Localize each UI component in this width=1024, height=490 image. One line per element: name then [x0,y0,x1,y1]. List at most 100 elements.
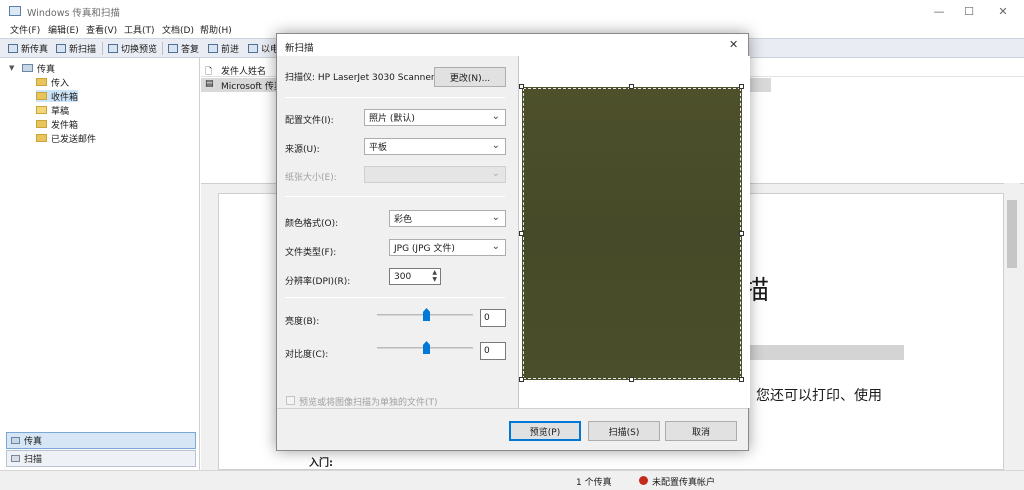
profile-select[interactable]: 照片 (默认) ⌄ [364,109,506,126]
new-scan-button[interactable]: 新扫描 [56,41,96,56]
change-scanner-button[interactable]: 更改(N)... [434,67,506,87]
document-body-text: 您还可以打印、使用 [756,388,882,404]
spin-arrows-icon[interactable]: ▲ ▼ [432,269,437,283]
crop-handle[interactable] [519,377,524,382]
folder-icon [36,134,47,142]
menu-edit[interactable]: 编辑(E) [48,23,79,36]
scan-preview-image [522,87,742,380]
file-type-label: 文件类型(F): [285,248,337,258]
scan-button[interactable]: 扫描(S) [588,421,660,441]
brightness-input[interactable]: 0 [480,309,506,327]
profile-label: 配置文件(I): [285,116,334,126]
tree-item-sent[interactable]: 已发送邮件 [36,132,96,145]
brightness-slider-thumb[interactable] [423,308,430,321]
draft-icon [36,106,47,114]
email-icon [248,44,258,53]
chevron-down-icon: ⌄ [491,140,500,151]
brightness-label: 亮度(B): [285,317,320,327]
new-scan-dialog: 新扫描 ✕ 扫描仪: HP LaserJet 3030 Scanner 更改(N… [276,33,750,451]
crop-handle[interactable] [519,84,524,89]
minimize-button[interactable]: — [924,0,954,22]
maximize-button[interactable]: ☐ [954,0,984,22]
folder-icon [36,120,47,128]
menu-help[interactable]: 帮助(H) [200,23,232,36]
menu-file[interactable]: 文件(F) [10,23,40,36]
paper-size-label: 纸张大小(E): [285,173,337,183]
toggle-preview-button[interactable]: 切换预览 [108,41,157,56]
chevron-down-icon: ⌄ [491,168,500,179]
color-format-label: 颜色格式(O): [285,219,339,229]
column-sender-name[interactable]: 发件人姓名 [221,64,266,77]
toolbar-separator [102,42,103,55]
crop-handle[interactable] [629,84,634,89]
nav-scan-button[interactable]: 扫描 [6,450,196,467]
paper-size-select: ⌄ [364,166,506,183]
color-format-select[interactable]: 彩色 ⌄ [389,210,506,227]
contrast-label: 对比度(C): [285,350,329,360]
cancel-button[interactable]: 取消 [665,421,737,441]
tree-item-outbox[interactable]: 发件箱 [36,118,78,131]
separator [277,408,748,409]
email-forward-button[interactable]: 以电 [248,41,279,56]
dialog-title: 新扫描 [285,43,314,54]
resolution-stepper[interactable]: 300 ▲ ▼ [389,268,441,285]
chevron-down-icon: ⌄ [491,212,500,223]
scrollbar-thumb[interactable] [1007,200,1017,268]
separator [285,196,505,197]
close-window-button[interactable]: ✕ [988,0,1018,22]
separate-files-label: 预览或将图像扫描为单独的文件(T) [299,398,438,408]
source-select[interactable]: 平板 ⌄ [364,138,506,155]
scanner-label: 扫描仪: HP LaserJet 3030 Scanner [285,73,435,83]
warning-icon [639,476,648,485]
menu-tools[interactable]: 工具(T) [124,23,155,36]
preview-button[interactable]: 预览(P) [509,421,581,441]
source-label: 来源(U): [285,145,320,155]
window-title: Windows 传真和扫描 [27,8,120,19]
forward-button[interactable]: 前进 [208,41,239,56]
document-highlight-bar [750,345,904,360]
tree-item-drafts[interactable]: 草稿 [36,104,69,117]
separator [285,97,505,98]
crop-handle[interactable] [739,231,744,236]
dialog-titlebar: 新扫描 ✕ [277,34,748,56]
resolution-label: 分辨率(DPI)(R): [285,277,351,287]
separator [285,297,505,298]
dialog-close-button[interactable]: ✕ [729,38,738,51]
crop-handle[interactable] [739,377,744,382]
contrast-slider-thumb[interactable] [423,341,430,354]
new-fax-icon [8,44,18,53]
status-account: 未配置传真帐户 [652,478,716,488]
tree-root-fax[interactable]: 传真 [22,62,55,75]
contrast-input[interactable]: 0 [480,342,506,360]
menu-document[interactable]: 文档(D) [162,23,194,36]
reply-button[interactable]: 答复 [168,41,199,56]
file-type-select[interactable]: JPG (JPG 文件) ⌄ [389,239,506,256]
nav-fax-button[interactable]: 传真 [6,432,196,449]
window-titlebar: Windows 传真和扫描 — ☐ ✕ [0,0,1024,22]
scan-icon [11,455,20,462]
status-bar: 1 个传真 未配置传真帐户 [0,470,1024,490]
crop-handle[interactable] [519,231,524,236]
folder-tree-panel: ▼ 传真 传入 收件箱 草稿 发件箱 已发送邮件 传真 扫描 [0,58,200,470]
toolbar-separator [162,42,163,55]
chevron-down-icon: ⌄ [491,111,500,122]
reply-icon [168,44,178,53]
document-subheading: 入门: [309,458,333,469]
fax-icon [22,64,33,72]
chevron-down-icon: ⌄ [491,241,500,252]
list-item-sender: Microsoft 传真 [221,82,283,92]
tree-item-incoming[interactable]: 传入 [36,76,69,89]
fax-icon [11,437,20,444]
tree-item-inbox[interactable]: 收件箱 [36,90,78,103]
forward-icon [208,44,218,53]
separate-files-checkbox[interactable] [286,396,295,405]
chevron-down-icon[interactable]: ▼ [9,64,14,72]
status-fax-count: 1 个传真 [576,478,612,488]
fax-app-icon [9,6,21,16]
crop-handle[interactable] [629,377,634,382]
fax-item-icon: ▤ [205,79,214,89]
menu-view[interactable]: 查看(V) [86,23,117,36]
crop-handle[interactable] [739,84,744,89]
new-fax-button[interactable]: 新传真 [8,41,48,56]
folder-icon [36,92,47,100]
